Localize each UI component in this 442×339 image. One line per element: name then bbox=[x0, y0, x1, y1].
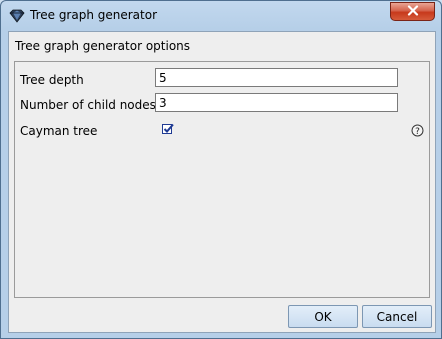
child-nodes-input[interactable] bbox=[155, 93, 398, 112]
cayman-tree-checkbox[interactable] bbox=[162, 123, 174, 134]
section-title: Tree graph generator options bbox=[15, 39, 191, 53]
dialog-content: Tree graph generator options Tree depth … bbox=[8, 31, 436, 333]
title-bar[interactable]: Tree graph generator bbox=[1, 1, 441, 31]
cayman-tree-label: Cayman tree bbox=[20, 124, 98, 138]
dialog-window: Tree graph generator Tree graph generato… bbox=[0, 0, 442, 339]
svg-text:?: ? bbox=[415, 127, 420, 137]
help-icon[interactable]: ? bbox=[411, 124, 424, 137]
cancel-button[interactable]: Cancel bbox=[362, 305, 432, 328]
options-panel: Tree depth Number of child nodes Cayman … bbox=[14, 61, 430, 298]
ok-button[interactable]: OK bbox=[288, 305, 358, 328]
tree-depth-input[interactable] bbox=[155, 68, 398, 87]
close-button[interactable] bbox=[390, 2, 435, 21]
tree-depth-label: Tree depth bbox=[20, 73, 84, 87]
close-icon bbox=[407, 4, 419, 19]
child-nodes-label: Number of child nodes bbox=[20, 98, 156, 112]
diamond-app-icon bbox=[9, 9, 25, 23]
window-title: Tree graph generator bbox=[30, 8, 158, 22]
